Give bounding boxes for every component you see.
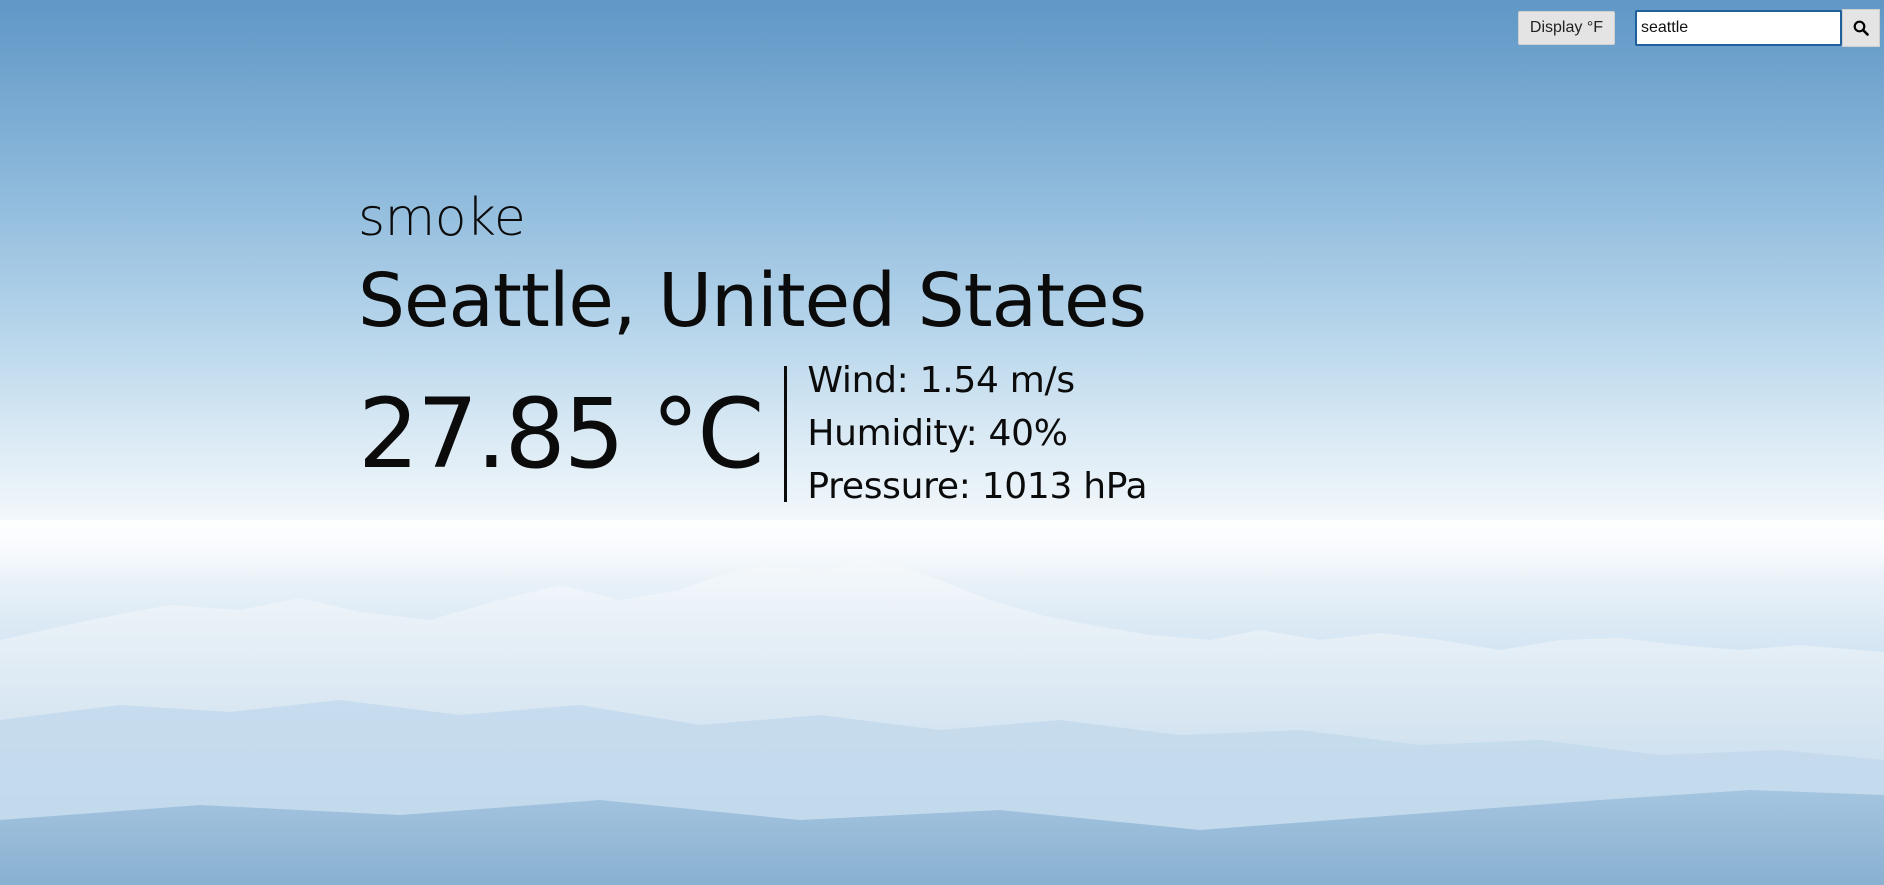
humidity: Humidity: 40% xyxy=(807,413,1068,454)
weather-page: Display °F smoke Seattle, United States … xyxy=(0,0,1884,885)
weather-stats: 27.85 °C Wind: 1.54 m/s Humidity: 40% Pr… xyxy=(358,354,1148,513)
weather-condition: smoke xyxy=(358,188,526,248)
search-button[interactable] xyxy=(1842,9,1880,47)
weather-details: Wind: 1.54 m/s Humidity: 40% Pressure: 1… xyxy=(807,354,1147,513)
weather-panel: smoke Seattle, United States 27.85 °C Wi… xyxy=(358,188,1148,513)
search-icon xyxy=(1853,20,1869,36)
wind-speed: Wind: 1.54 m/s xyxy=(807,360,1075,401)
pressure: Pressure: 1013 hPa xyxy=(807,466,1148,507)
city-search-input[interactable] xyxy=(1635,10,1842,46)
search-toolbar: Display °F xyxy=(1517,9,1880,47)
location-title: Seattle, United States xyxy=(358,258,1147,344)
unit-toggle-button[interactable]: Display °F xyxy=(1517,11,1615,45)
stats-divider xyxy=(784,365,788,502)
temperature-value: 27.85 °C xyxy=(358,377,764,490)
